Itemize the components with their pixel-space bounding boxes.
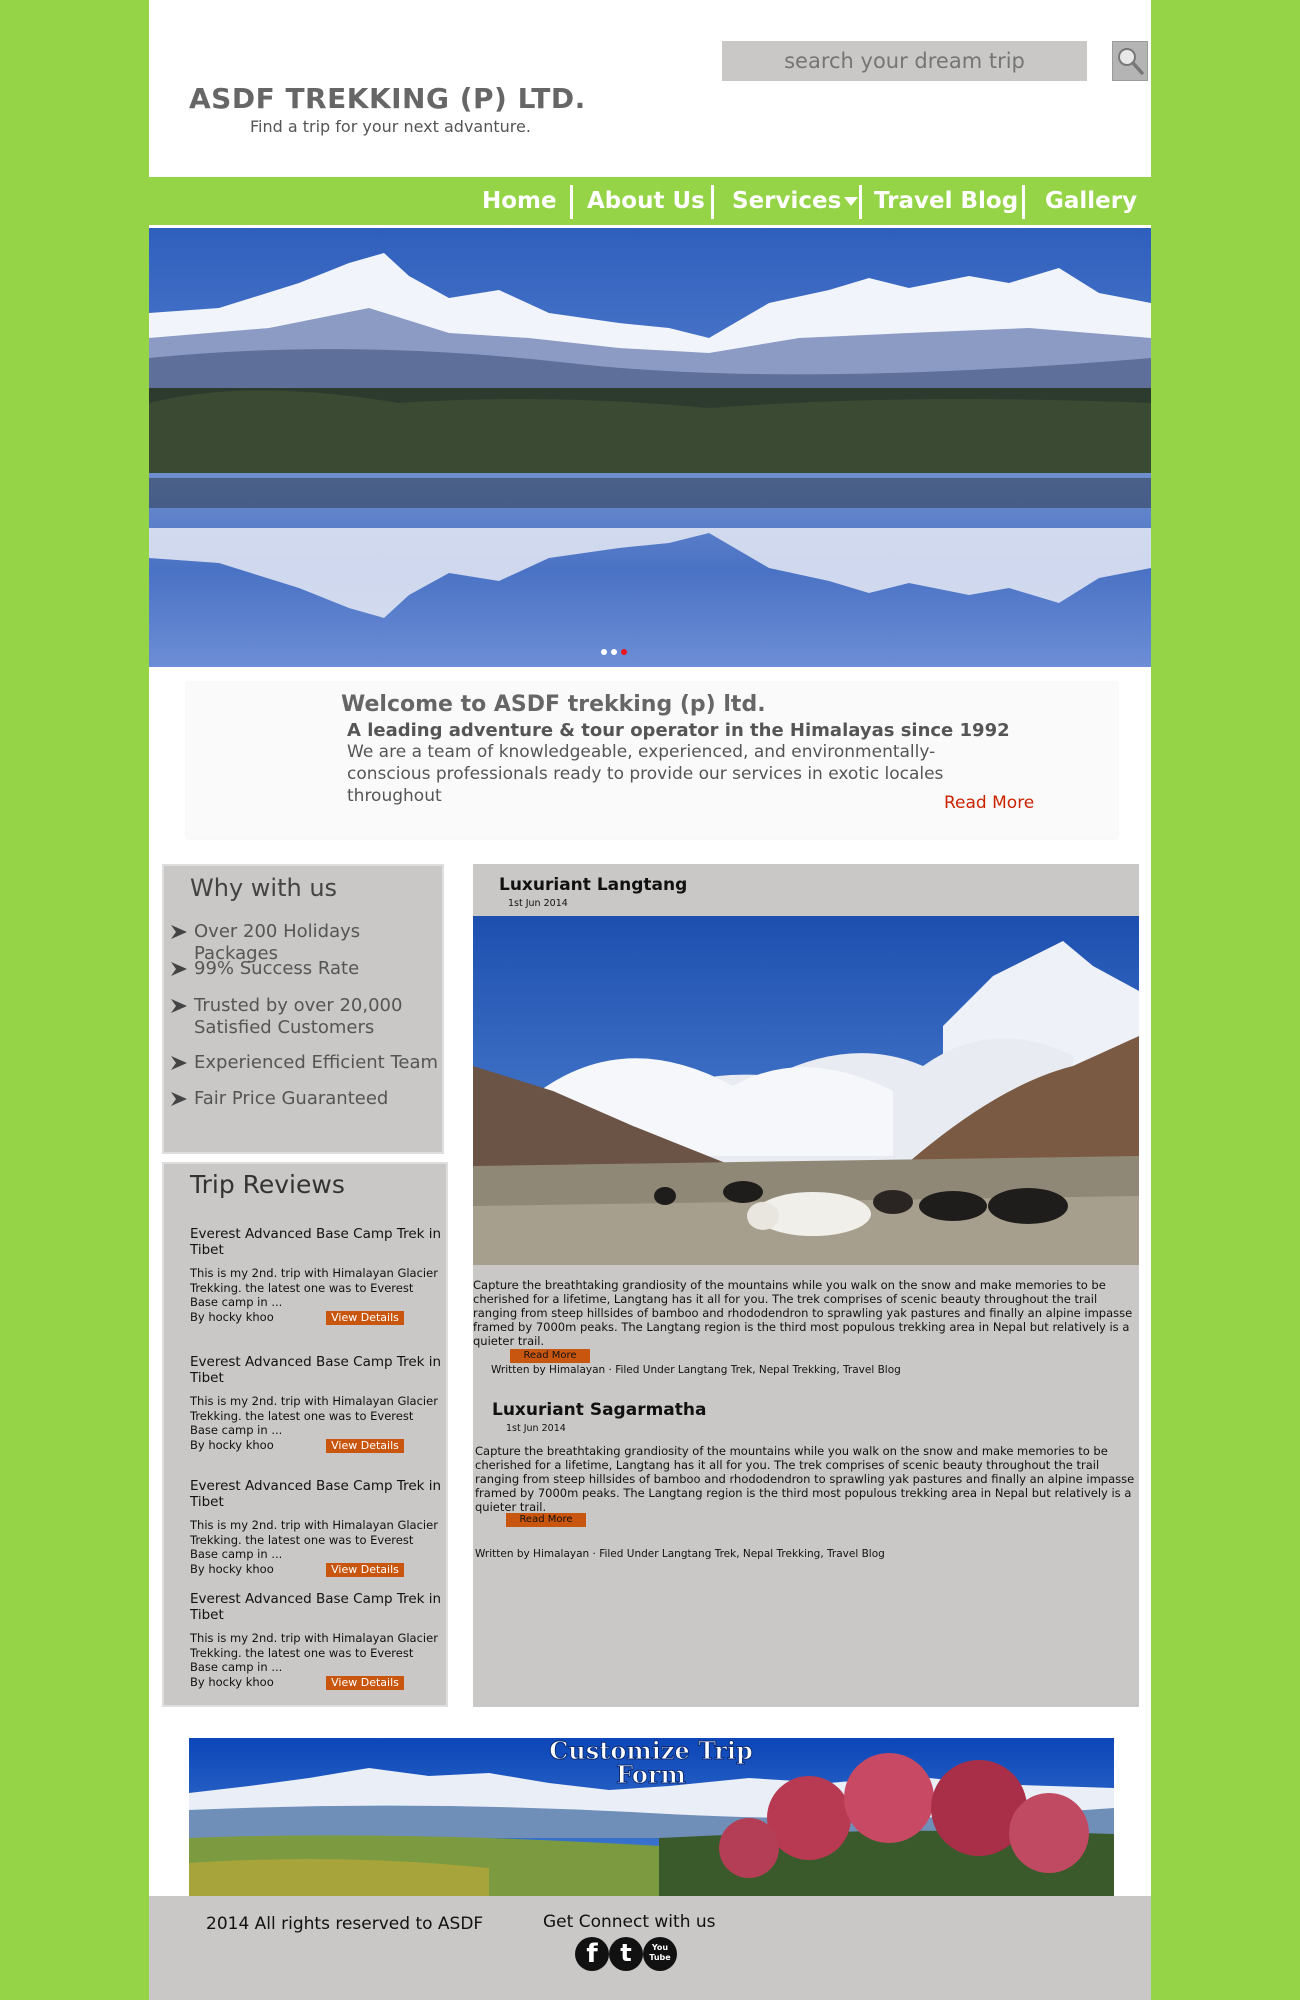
reviews-title: Trip Reviews — [190, 1170, 345, 1199]
slider-dot-1[interactable] — [601, 649, 607, 655]
article-title[interactable]: Luxuriant Langtang — [499, 875, 687, 895]
nav-home[interactable]: Home — [482, 177, 557, 225]
nav-separator — [859, 185, 862, 219]
view-details-button[interactable]: View Details — [326, 1438, 404, 1453]
read-more-button[interactable]: Read More — [510, 1349, 590, 1363]
hero-slider-image — [149, 228, 1151, 667]
blog-articles-panel: Luxuriant Langtang 1st Jun 2014 Capture … — [473, 864, 1139, 1707]
nav-about-us[interactable]: About Us — [587, 177, 705, 225]
article-body: Capture the breathtaking grandiosity of … — [475, 1444, 1135, 1514]
article-body: Capture the breathtaking grandiosity of … — [473, 1278, 1133, 1348]
view-details-button[interactable]: View Details — [326, 1675, 404, 1690]
review-trip-name[interactable]: Everest Advanced Base Camp Trek in Tibet — [190, 1478, 442, 1510]
view-details-button[interactable]: View Details — [326, 1310, 404, 1325]
search-input[interactable] — [722, 41, 1087, 81]
customize-trip-banner[interactable]: Customize Trip Form — [189, 1738, 1114, 1896]
review-author: By hocky khoo View Details — [190, 1310, 442, 1325]
search-button[interactable] — [1112, 41, 1148, 81]
why-item: 99% Success Rate — [170, 958, 359, 980]
why-with-us-panel: Why with us Over 200 Holidays Packages 9… — [162, 864, 444, 1154]
review-text: This is my 2nd. trip with Himalayan Glac… — [190, 1394, 438, 1437]
welcome-title: Welcome to ASDF trekking (p) ltd. — [341, 692, 766, 717]
slider-dot-3-active[interactable] — [621, 649, 627, 655]
page-container: ASDF TREKKING (P) LTD. Find a trip for y… — [149, 0, 1151, 2000]
review-author: By hocky khoo View Details — [190, 1562, 442, 1577]
review-text: This is my 2nd. trip with Himalayan Glac… — [190, 1518, 438, 1561]
dropdown-arrow-icon — [844, 197, 859, 206]
nav-separator — [711, 185, 714, 219]
nav-services-label: Services — [732, 188, 842, 214]
why-title: Why with us — [190, 874, 338, 902]
nav-travel-blog[interactable]: Travel Blog — [874, 177, 1018, 225]
arrow-icon — [171, 925, 187, 939]
footer: 2014 All rights reserved to ASDF Get Con… — [149, 1896, 1151, 2000]
article-title[interactable]: Luxuriant Sagarmatha — [492, 1400, 706, 1420]
article-date: 1st Jun 2014 — [506, 1423, 566, 1434]
nav-separator — [570, 185, 573, 219]
connect-label: Get Connect with us — [543, 1912, 716, 1932]
copyright-text: 2014 All rights reserved to ASDF — [206, 1914, 484, 1934]
arrow-icon — [171, 962, 187, 976]
view-details-button[interactable]: View Details — [326, 1562, 404, 1577]
review-author: By hocky khoo View Details — [190, 1675, 442, 1690]
facebook-icon[interactable]: f — [575, 1937, 609, 1971]
company-name[interactable]: ASDF TREKKING (P) LTD. — [189, 82, 586, 115]
arrow-icon — [171, 999, 187, 1013]
slider-dot-2[interactable] — [611, 649, 617, 655]
youtube-icon[interactable]: You Tube — [643, 1937, 677, 1971]
article-meta: Written by Himalayan · Filed Under Langt… — [491, 1364, 901, 1376]
tagline: Find a trip for your next advanture. — [250, 117, 531, 136]
welcome-subtitle: A leading adventure & tour operator in t… — [347, 720, 1010, 741]
review-author: By hocky khoo View Details — [190, 1438, 442, 1453]
review-trip-name[interactable]: Everest Advanced Base Camp Trek in Tibet — [190, 1591, 442, 1623]
rhododendron-landscape-photo: Customize Trip Form — [189, 1738, 1114, 1896]
review-item: Everest Advanced Base Camp Trek in Tibet… — [190, 1226, 442, 1325]
read-more-button[interactable]: Read More — [506, 1513, 586, 1527]
review-item: Everest Advanced Base Camp Trek in Tibet… — [190, 1354, 442, 1453]
nav-gallery[interactable]: Gallery — [1045, 177, 1137, 225]
nav-services[interactable]: Services — [732, 177, 859, 225]
why-item: Fair Price Guaranteed — [170, 1088, 388, 1110]
banner-title-line2: Form — [616, 1760, 686, 1789]
read-more-link[interactable]: Read More — [944, 793, 1034, 813]
welcome-section: Welcome to ASDF trekking (p) ltd. A lead… — [187, 683, 1117, 838]
langtang-yaks-photo — [473, 916, 1139, 1265]
review-text: This is my 2nd. trip with Himalayan Glac… — [190, 1266, 438, 1309]
nav-separator — [1022, 185, 1025, 219]
review-item: Everest Advanced Base Camp Trek in Tibet… — [190, 1478, 442, 1577]
welcome-body: We are a team of knowledgeable, experien… — [347, 742, 944, 806]
magnifier-icon — [1118, 48, 1144, 75]
review-trip-name[interactable]: Everest Advanced Base Camp Trek in Tibet — [190, 1354, 442, 1386]
mountain-lake-photo — [149, 228, 1151, 667]
why-item: Trusted by over 20,000 Satisfied Custome… — [170, 995, 410, 1039]
main-nav: Home About Us Services Travel Blog Galle… — [149, 177, 1151, 225]
article-date: 1st Jun 2014 — [508, 898, 568, 909]
review-text: This is my 2nd. trip with Himalayan Glac… — [190, 1631, 438, 1674]
why-item: Experienced Efficient Team — [170, 1052, 438, 1074]
arrow-icon — [171, 1056, 187, 1070]
arrow-icon — [171, 1092, 187, 1106]
article-meta: Written by Himalayan · Filed Under Langt… — [475, 1548, 885, 1560]
trip-reviews-panel: Trip Reviews Everest Advanced Base Camp … — [162, 1162, 448, 1707]
twitter-icon[interactable]: t — [609, 1937, 643, 1971]
review-trip-name[interactable]: Everest Advanced Base Camp Trek in Tibet — [190, 1226, 442, 1258]
review-item: Everest Advanced Base Camp Trek in Tibet… — [190, 1591, 442, 1690]
